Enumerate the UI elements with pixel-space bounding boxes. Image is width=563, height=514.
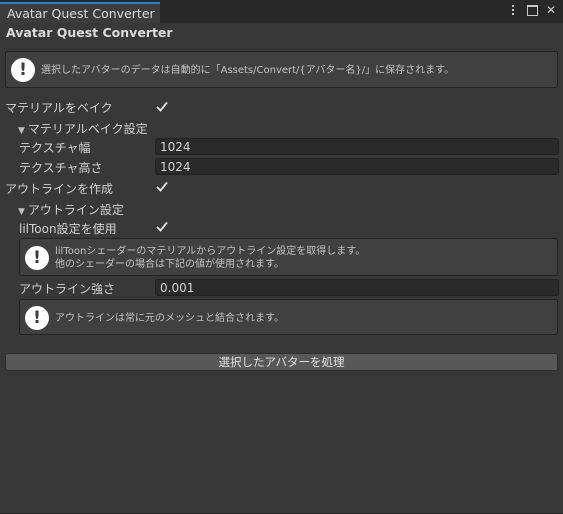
kebab-menu-icon[interactable]: [507, 3, 519, 17]
help-box-liltoon: ! lilToonシェーダーのマテリアルからアウトライン設定を取得します。 他の…: [19, 238, 558, 276]
window-tab[interactable]: Avatar Quest Converter: [0, 2, 160, 23]
liltoon-settings-checkbox[interactable]: [155, 219, 169, 233]
process-selected-avatar-button[interactable]: 選択したアバターを処理: [5, 353, 558, 371]
checkmark-icon: [156, 221, 168, 232]
checkmark-icon: [156, 181, 168, 192]
texture-height-label: テクスチャ高さ: [19, 161, 103, 175]
help-text-outline-combine: アウトラインは常に元のメッシュと結合されます。: [55, 313, 284, 324]
outline-settings-foldout[interactable]: ▼ アウトライン設定: [18, 201, 124, 218]
help-box-save-location: ! 選択したアバターのデータは自動的に「Assets/Convert/{アバター…: [5, 51, 558, 88]
foldout-expanded-icon: ▼: [18, 126, 25, 136]
outline-strength-label: アウトライン強さ: [19, 282, 116, 296]
outline-settings-label: アウトライン設定: [27, 203, 124, 217]
outline-create-checkbox[interactable]: [155, 179, 169, 193]
material-bake-settings-label: マテリアルベイク設定: [27, 122, 148, 136]
close-icon[interactable]: ✕: [545, 3, 557, 17]
material-bake-checkbox[interactable]: [155, 99, 169, 113]
window-tab-bar: Avatar Quest Converter ✕: [0, 0, 563, 23]
texture-height-field[interactable]: 1024: [155, 158, 559, 175]
window-tab-title: Avatar Quest Converter: [7, 6, 155, 21]
help-text-save-location: 選択したアバターのデータは自動的に「Assets/Convert/{アバター名}…: [41, 65, 455, 76]
texture-width-label: テクスチャ幅: [19, 141, 91, 155]
info-icon: !: [25, 246, 49, 270]
window-controls: ✕: [507, 3, 557, 17]
info-icon: !: [11, 58, 35, 82]
help-text-liltoon-line1: lilToonシェーダーのマテリアルからアウトライン設定を取得します。: [55, 246, 366, 257]
outline-create-label: アウトラインを作成: [5, 182, 114, 196]
help-text-liltoon-line2: 他のシェーダーの場合は下記の値が使用されます。: [55, 259, 284, 270]
liltoon-settings-label: lilToon設定を使用: [19, 222, 117, 236]
panel-title: Avatar Quest Converter: [6, 25, 173, 40]
converter-panel: Avatar Quest Converter ! 選択したアバターのデータは自動…: [0, 23, 563, 514]
info-icon: !: [25, 306, 49, 330]
checkmark-icon: [156, 101, 168, 112]
texture-width-field[interactable]: 1024: [155, 138, 559, 155]
material-bake-settings-foldout[interactable]: ▼ マテリアルベイク設定: [18, 120, 148, 137]
outline-strength-field[interactable]: 0.001: [155, 279, 559, 296]
maximize-icon[interactable]: [526, 3, 538, 17]
material-bake-label: マテリアルをベイク: [5, 101, 113, 115]
help-box-outline-combine: ! アウトラインは常に元のメッシュと結合されます。: [19, 299, 558, 335]
foldout-expanded-icon: ▼: [18, 207, 25, 217]
